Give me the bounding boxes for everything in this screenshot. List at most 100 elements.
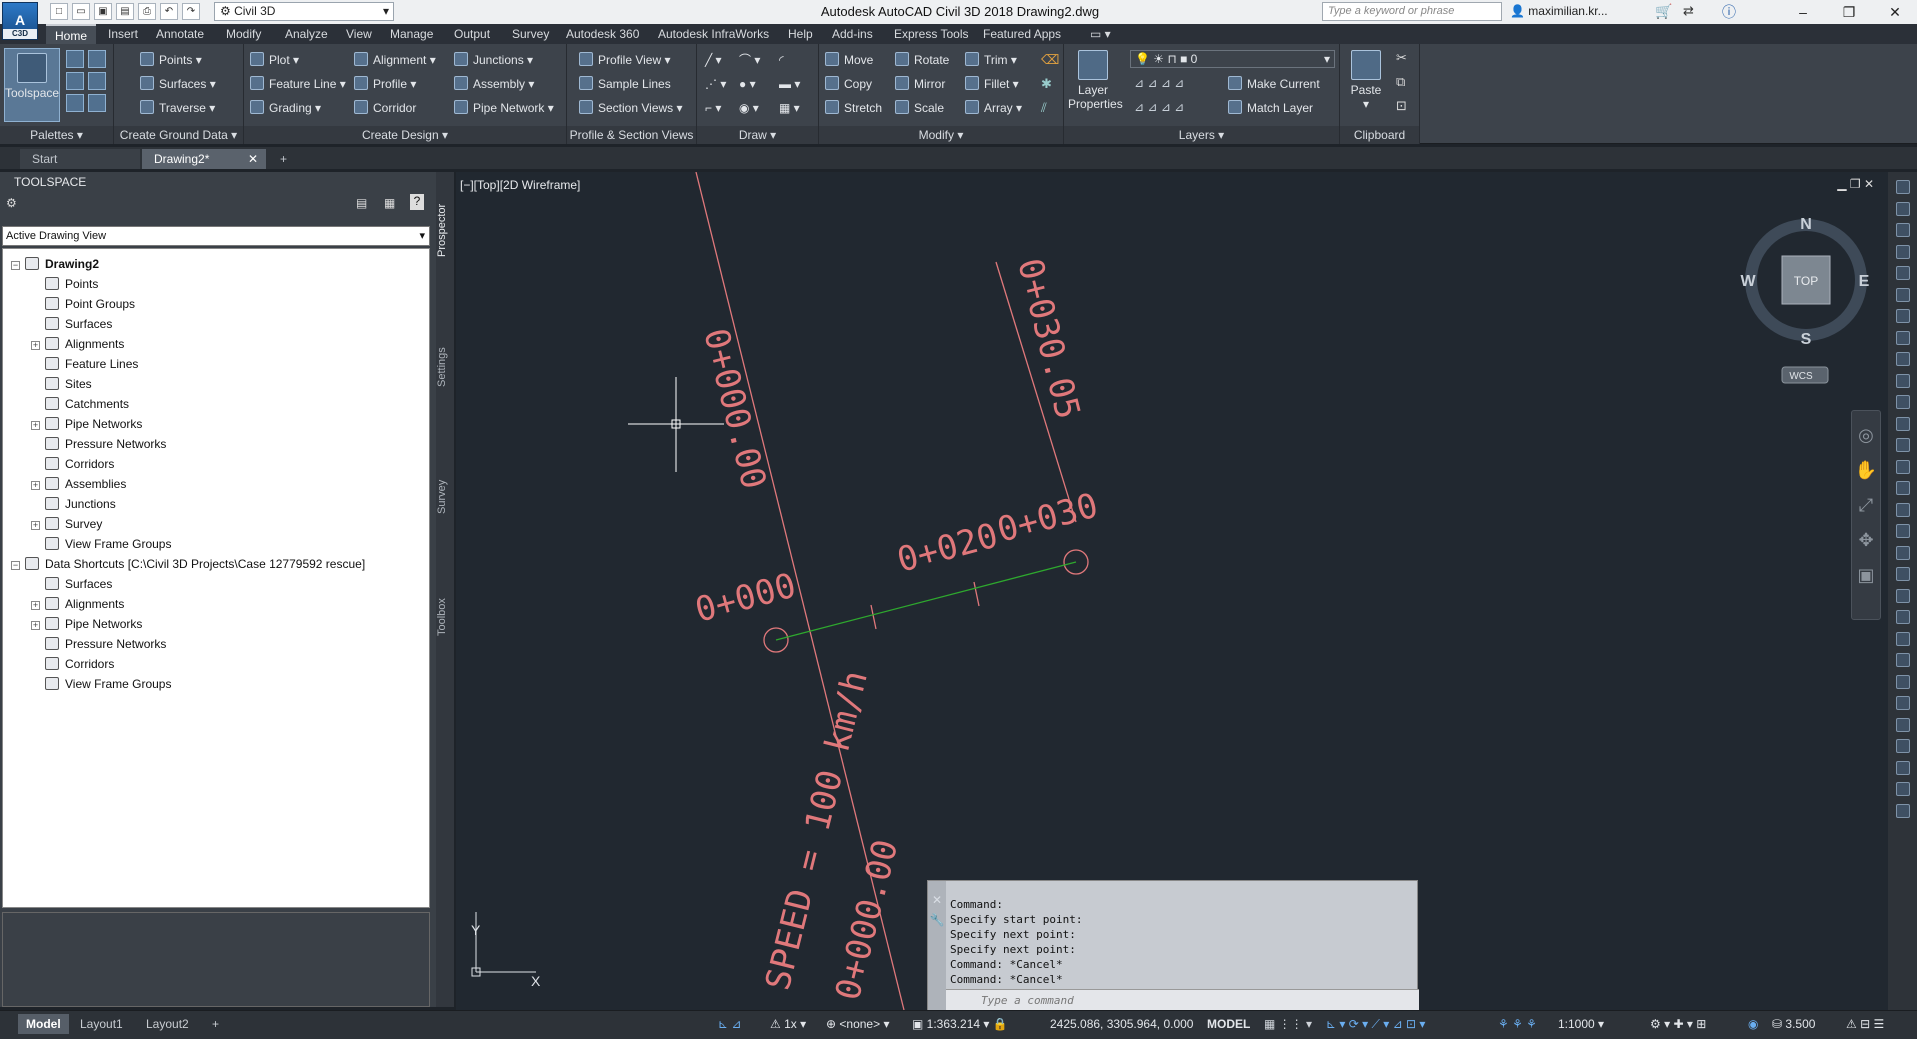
help-icon[interactable]: ? <box>410 194 424 210</box>
tab-help[interactable]: Help <box>788 24 813 44</box>
panel-title-clipboard[interactable]: Clipboard <box>1340 126 1419 144</box>
tab-analyze[interactable]: Analyze <box>285 24 328 44</box>
properties-icon[interactable] <box>66 94 84 112</box>
tree-item[interactable]: − Drawing2 <box>11 255 99 273</box>
expand-toggle-icon[interactable]: + <box>31 601 40 610</box>
civil-tool-icon[interactable] <box>1896 330 1910 345</box>
move-button[interactable]: Move <box>825 50 873 70</box>
lock-icon[interactable]: 🔒 <box>993 1017 1008 1031</box>
civil-tool-icon[interactable] <box>1896 223 1910 237</box>
expand-toggle-icon[interactable]: + <box>31 621 40 630</box>
civil-tool-icon[interactable] <box>1896 567 1910 581</box>
tree-item[interactable]: Pressure Networks <box>31 435 166 453</box>
save-icon[interactable]: ▣ <box>94 3 112 20</box>
array-button[interactable]: Array ▾ <box>965 98 1022 118</box>
points-button[interactable]: Points ▾ <box>140 50 202 70</box>
line-tool[interactable]: ╱ ▾ <box>705 50 722 70</box>
polyline-tool[interactable]: ⌒ ▾ <box>739 50 760 70</box>
tree-item[interactable]: + Alignments <box>31 335 124 353</box>
copy-clip-icon[interactable]: ⧉ <box>1396 74 1405 90</box>
civil-tool-icon[interactable] <box>1896 502 1910 517</box>
expand-toggle-icon[interactable]: − <box>11 561 20 570</box>
civil-tool-icon[interactable] <box>1896 739 1910 753</box>
circle-tool[interactable]: ● ▾ <box>739 74 756 94</box>
layout-tab-layout2[interactable]: Layout2 <box>138 1014 197 1034</box>
close-button[interactable]: ✕ <box>1872 1 1917 23</box>
tree-item[interactable]: + Pipe Networks <box>31 615 142 633</box>
restore-button[interactable]: ❐ <box>1826 1 1872 23</box>
tree-item[interactable]: Junctions <box>31 495 116 513</box>
tab-infraworks[interactable]: Autodesk InfraWorks <box>658 24 769 44</box>
civil-tool-icon[interactable] <box>1896 610 1910 624</box>
tree-item[interactable]: + Alignments <box>31 595 124 613</box>
civil-tool-icon[interactable] <box>1896 524 1910 538</box>
toolspace-options-icon[interactable]: ⚙ <box>6 196 17 210</box>
status-extra-icons[interactable]: ⚠ ⊟ ☰ <box>1846 1017 1884 1031</box>
rectangle-tool[interactable]: ▬ ▾ <box>779 74 800 94</box>
new-tab-button[interactable]: + <box>274 149 296 169</box>
tab-manage[interactable]: Manage <box>390 24 433 44</box>
hatch-tool[interactable]: ▦ ▾ <box>779 98 800 118</box>
civil-tool-icon[interactable] <box>1896 287 1910 302</box>
cart-icon[interactable]: 🛒 <box>1655 3 1672 20</box>
showmotion-icon[interactable]: ▣ <box>1852 565 1880 586</box>
annotation-tools[interactable]: ⚘ ⚘ ⚘ <box>1498 1017 1537 1031</box>
wrench-icon[interactable]: 🔧 <box>928 913 946 927</box>
list-view-icon[interactable]: ▦ <box>384 196 395 210</box>
model-space-toggle[interactable]: MODEL <box>1207 1017 1250 1031</box>
tree-item[interactable]: + Pipe Networks <box>31 415 142 433</box>
panel-title-draw[interactable]: Draw ▾ <box>697 126 818 144</box>
panel-title-layers[interactable]: Layers ▾ <box>1064 126 1339 144</box>
profile-view-button[interactable]: Profile View ▾ <box>579 50 671 70</box>
tree-item[interactable]: + Survey <box>31 515 102 533</box>
linetype-selector[interactable]: ⊕ <none> ▾ <box>826 1017 889 1031</box>
civil-tool-icon[interactable] <box>1896 696 1910 710</box>
tab-modify[interactable]: Modify <box>226 24 261 44</box>
close-icon[interactable]: ✕ <box>1864 177 1874 191</box>
civil-tool-icon[interactable] <box>1896 244 1910 259</box>
tab-addins[interactable]: Add-ins <box>832 24 873 44</box>
item-view-icon[interactable]: ▤ <box>356 196 367 210</box>
zoom-extents-icon[interactable]: ⤢ <box>1852 495 1880 516</box>
paste-button[interactable]: Paste ▾ <box>1344 46 1388 111</box>
panel-title-ground[interactable]: Create Ground Data ▾ <box>114 126 243 144</box>
tool-palettes-icon[interactable] <box>88 94 106 112</box>
alignment-button[interactable]: Alignment ▾ <box>354 50 436 70</box>
assembly-button[interactable]: Assembly ▾ <box>454 74 534 94</box>
toolbox-icon[interactable] <box>88 72 106 90</box>
workspace-switch-icon[interactable]: ⚙ ▾ ✚ ▾ ⊞ <box>1650 1017 1706 1031</box>
new-icon[interactable]: □ <box>50 3 68 20</box>
corridor-button[interactable]: Corridor <box>354 98 416 118</box>
tab-start[interactable]: Start <box>20 149 140 169</box>
ellipse-tool[interactable]: ◉ ▾ <box>739 98 759 118</box>
plot-button[interactable]: Plot ▾ <box>250 50 299 70</box>
viewport-controls-label[interactable]: [−][Top][2D Wireframe] <box>460 178 580 192</box>
survey-palette-icon[interactable] <box>66 72 84 90</box>
expand-toggle-icon[interactable]: + <box>31 521 40 530</box>
layer-properties-button[interactable]: Layer Properties <box>1068 46 1123 111</box>
annotation-scale[interactable]: 1:1000 ▾ <box>1558 1017 1604 1031</box>
pan-icon[interactable]: ✋ <box>1852 460 1880 481</box>
tab-output[interactable]: Output <box>454 24 490 44</box>
tab-view[interactable]: View <box>346 24 372 44</box>
civil-tool-icon[interactable] <box>1896 438 1910 452</box>
grading-button[interactable]: Grading ▾ <box>250 98 321 118</box>
tree-item[interactable]: Corridors <box>31 455 114 473</box>
tree-item[interactable]: Surfaces <box>31 315 112 333</box>
tree-item[interactable]: Catchments <box>31 395 129 413</box>
copy-button[interactable]: Copy <box>825 74 872 94</box>
civil-tool-icon[interactable] <box>1896 545 1910 560</box>
side-tab-prospector[interactable]: Prospector <box>436 190 454 270</box>
expand-toggle-icon[interactable]: + <box>31 341 40 350</box>
feature-line-button[interactable]: Feature Line ▾ <box>250 74 346 94</box>
erase-icon[interactable]: ⌫ <box>1041 52 1059 68</box>
tree-item[interactable]: − Data Shortcuts [C:\Civil 3D Projects\Ca… <box>11 555 365 573</box>
viewcube-top-label[interactable]: TOP <box>1794 274 1818 288</box>
mirror-button[interactable]: Mirror <box>895 74 945 94</box>
compass-s[interactable]: S <box>1801 331 1812 348</box>
civil-tool-icon[interactable] <box>1896 803 1910 818</box>
junctions-button[interactable]: Junctions ▾ <box>454 50 533 70</box>
layout-tab-layout1[interactable]: Layout1 <box>72 1014 131 1034</box>
civil-tool-icon[interactable] <box>1896 352 1910 366</box>
civil-tool-icon[interactable] <box>1896 266 1910 280</box>
